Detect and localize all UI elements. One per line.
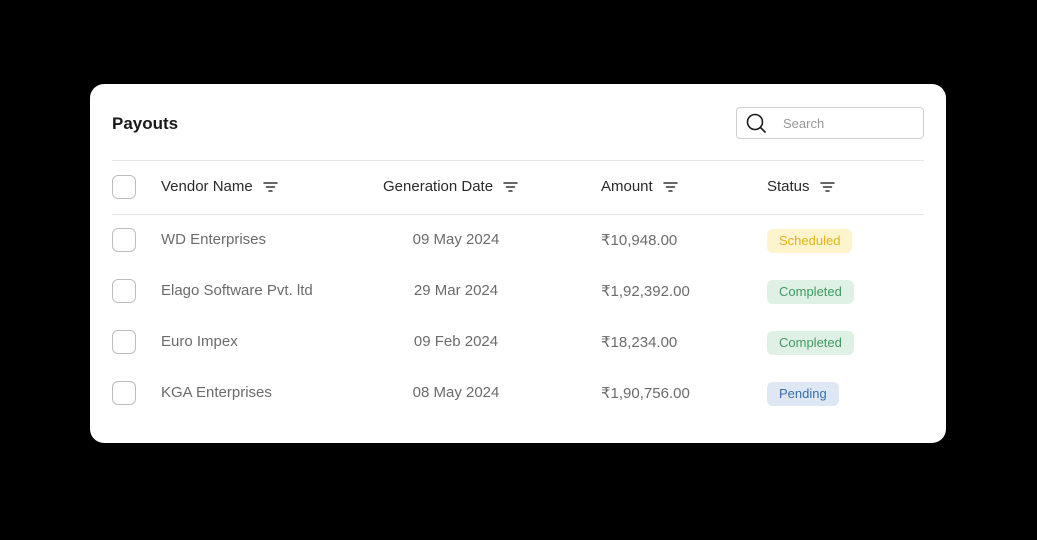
row-checkbox[interactable] — [112, 228, 136, 252]
column-header-vendor: Vendor Name — [161, 178, 278, 195]
payouts-card: Payouts Vendor Name — [90, 84, 946, 443]
filter-icon[interactable] — [503, 181, 518, 193]
column-label-date: Generation Date — [383, 178, 494, 195]
filter-icon[interactable] — [662, 181, 678, 193]
filter-icon[interactable] — [262, 181, 278, 193]
search-input[interactable] — [783, 115, 913, 131]
row-checkbox[interactable] — [112, 330, 136, 354]
amount: ₹1,90,756.00 — [601, 385, 690, 402]
status-badge: Pending — [767, 382, 839, 406]
generation-date: 08 May 2024 — [412, 384, 500, 401]
column-label-status: Status — [767, 178, 810, 195]
search-box[interactable] — [736, 107, 924, 139]
vendor-name: Elago Software Pvt. ltd — [161, 282, 313, 299]
table-row[interactable]: KGA Enterprises 08 May 2024 ₹1,90,756.00… — [112, 368, 924, 419]
column-header-date: Generation Date — [383, 178, 518, 195]
vendor-name: KGA Enterprises — [161, 384, 272, 401]
table-row[interactable]: Elago Software Pvt. ltd 29 Mar 2024 ₹1,9… — [112, 266, 924, 317]
generation-date: 29 Mar 2024 — [413, 282, 499, 299]
table-row[interactable]: WD Enterprises 09 May 2024 ₹10,948.00 Sc… — [112, 215, 924, 266]
amount: ₹1,92,392.00 — [601, 283, 690, 300]
search-icon — [745, 112, 767, 134]
column-header-amount: Amount — [601, 178, 678, 195]
amount: ₹10,948.00 — [601, 232, 678, 249]
status-badge: Completed — [767, 331, 854, 355]
table-row[interactable]: Euro Impex 09 Feb 2024 ₹18,234.00 Comple… — [112, 317, 924, 368]
column-label-vendor: Vendor Name — [161, 178, 253, 195]
payouts-table: Vendor Name Generation Date Amount Statu… — [112, 160, 924, 419]
table-header: Vendor Name Generation Date Amount Statu… — [112, 160, 924, 215]
page-title: Payouts — [112, 114, 179, 133]
amount: ₹18,234.00 — [601, 334, 678, 351]
status-badge: Completed — [767, 280, 854, 304]
generation-date: 09 Feb 2024 — [413, 333, 499, 350]
select-all-checkbox[interactable] — [112, 175, 136, 199]
row-checkbox[interactable] — [112, 279, 136, 303]
status-badge: Scheduled — [767, 229, 853, 253]
vendor-name: Euro Impex — [161, 333, 238, 350]
column-header-status: Status — [767, 178, 835, 195]
filter-icon[interactable] — [819, 181, 835, 193]
generation-date: 09 May 2024 — [412, 231, 500, 248]
vendor-name: WD Enterprises — [161, 231, 267, 248]
column-label-amount: Amount — [601, 178, 653, 195]
row-checkbox[interactable] — [112, 381, 136, 405]
